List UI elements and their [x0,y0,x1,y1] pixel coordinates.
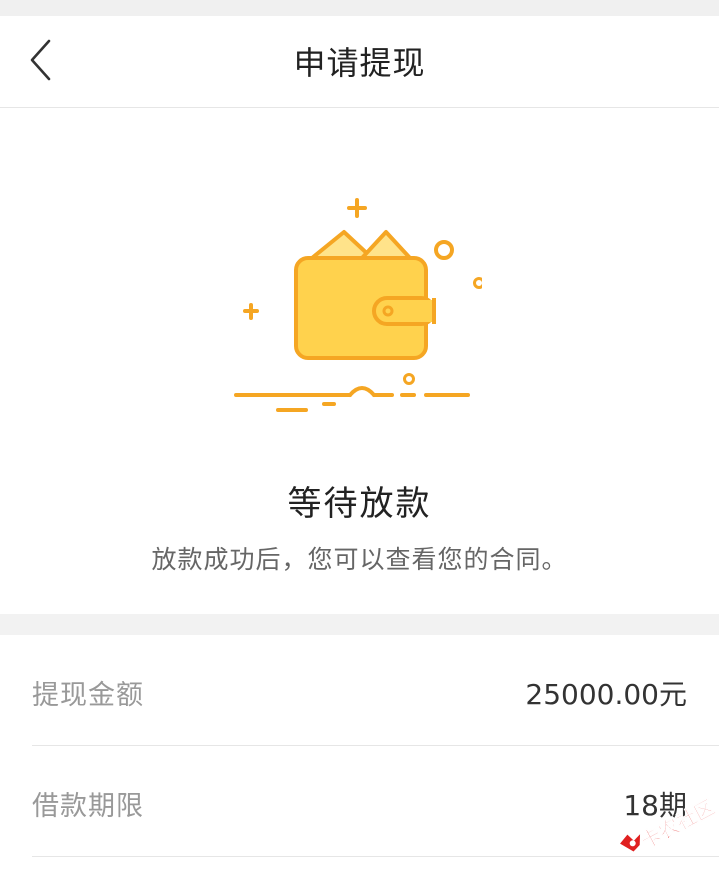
status-hero: 等待放款 放款成功后，您可以查看您的合同。 [0,108,719,614]
detail-row-amount: 提现金额 25000.00元 [32,635,719,746]
amount-value: 25000.00元 [525,678,687,711]
watermark-text: 卡农社区 [637,795,716,854]
page-title: 申请提现 [293,44,426,82]
term-label: 借款期限 [32,791,144,822]
nav-bar: 申请提现 [0,16,719,108]
watermark-logo: 卡农社区 [620,794,716,854]
wallet-icon [234,198,482,412]
status-title: 等待放款 [287,484,432,524]
amount-label: 提现金额 [32,680,144,711]
status-description: 放款成功后，您可以查看您的合同。 [151,545,568,574]
status-bar [0,0,719,16]
